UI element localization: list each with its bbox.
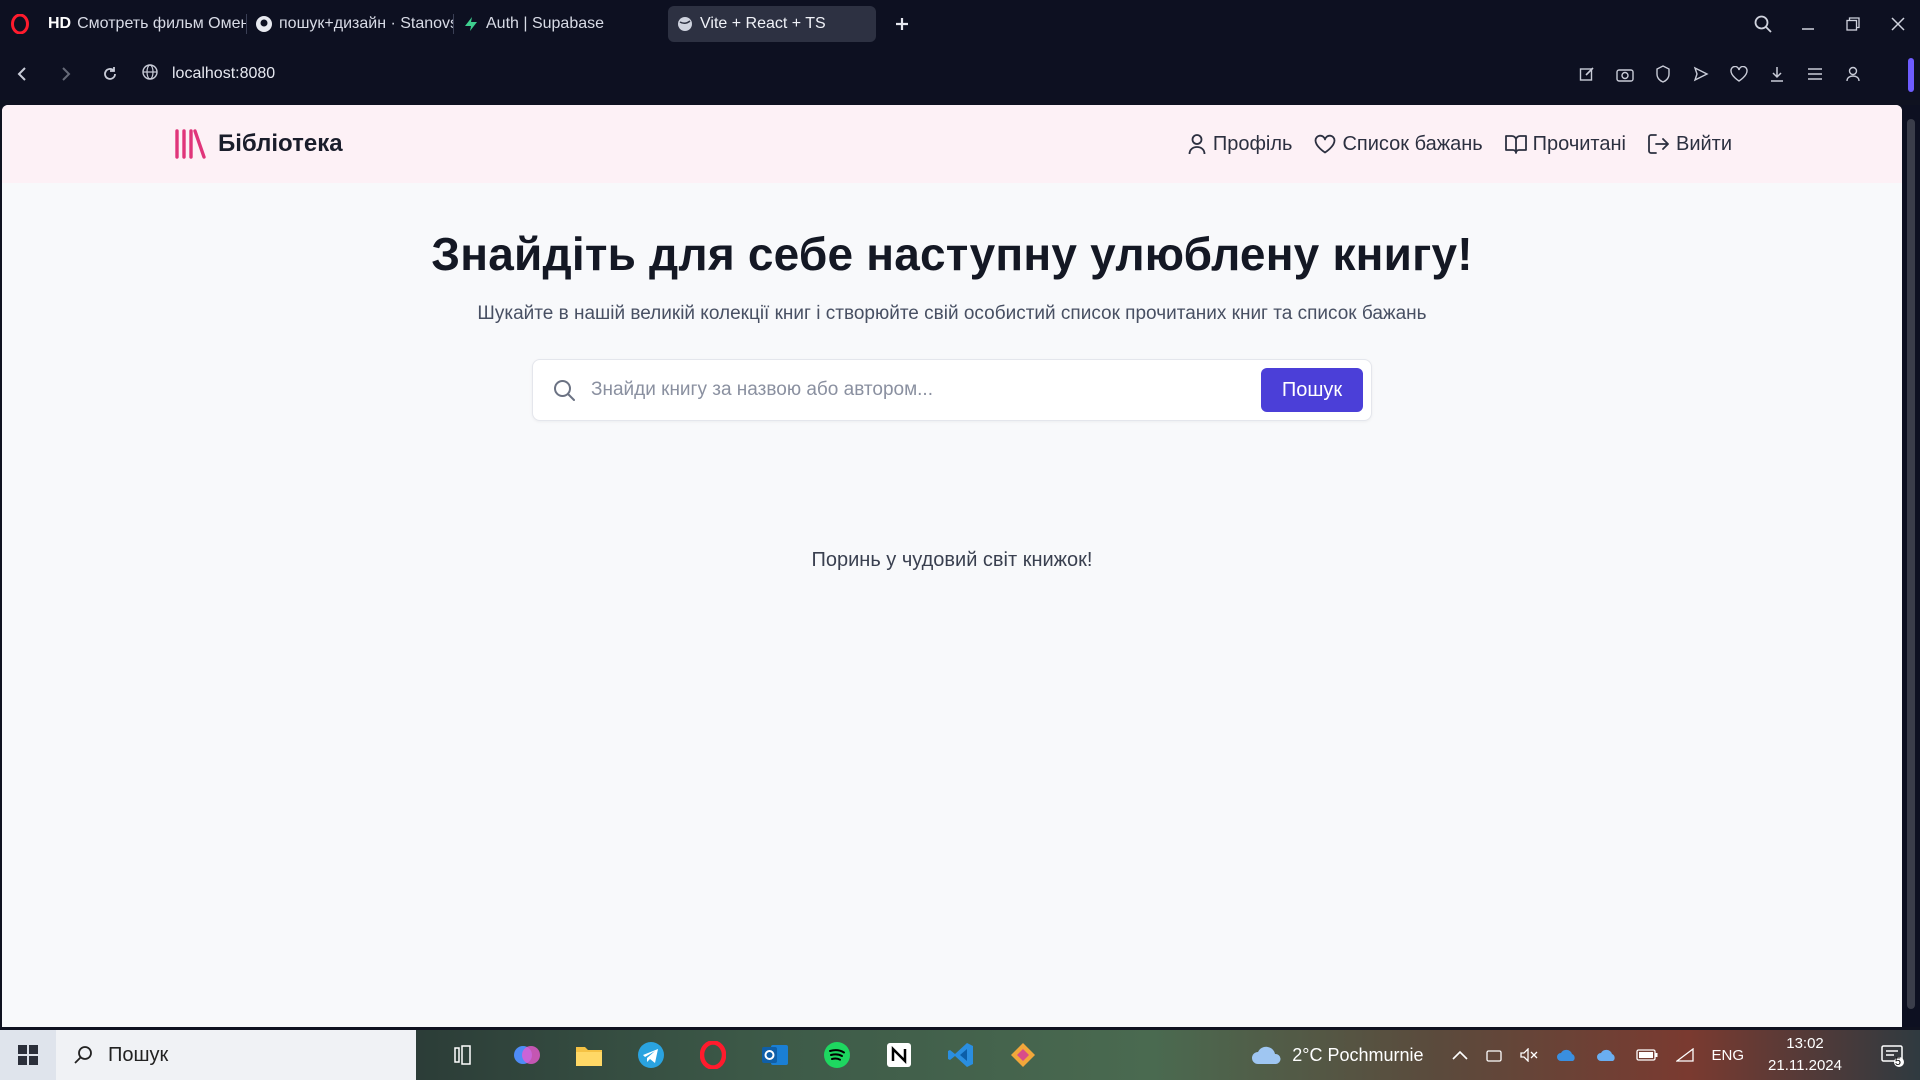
app-icon[interactable] (992, 1030, 1054, 1080)
main-nav: Профіль Список бажань Прочитані Вийти (1165, 133, 1732, 156)
book-open-icon (1504, 135, 1527, 154)
window-controls (1740, 0, 1920, 48)
edit-icon[interactable] (1568, 66, 1606, 82)
tagline: Поринь у чудовий світ книжок! (811, 549, 1093, 571)
onedrive-2-icon[interactable] (1596, 1048, 1618, 1062)
chevron-up-icon[interactable] (1451, 1050, 1468, 1060)
sidebar-indicator[interactable] (1908, 58, 1914, 92)
forward-icon[interactable] (44, 52, 88, 96)
nav-logout[interactable]: Вийти (1648, 133, 1732, 156)
nav-wishlist-label: Список бажань (1342, 132, 1483, 155)
wifi-icon[interactable] (1675, 1048, 1694, 1062)
vscode-icon[interactable] (930, 1030, 992, 1080)
outlook-icon[interactable] (744, 1030, 806, 1080)
search-icon (553, 379, 575, 401)
tab-film[interactable]: HD Смотреть фильм Омен о (40, 6, 246, 42)
language-indicator[interactable]: ENG (1712, 1047, 1745, 1064)
task-view-icon[interactable] (434, 1030, 496, 1080)
copilot-icon[interactable] (496, 1030, 558, 1080)
page-subtitle: Шукайте в нашій великій колекції книг і … (477, 303, 1427, 324)
hero-section: Знайдіть для себе наступну улюблену книг… (2, 227, 1902, 325)
site-info-icon[interactable] (142, 63, 158, 85)
back-icon[interactable] (0, 52, 44, 96)
library-logo-icon (174, 129, 206, 159)
tab-label: Смотреть фильм Омен о (77, 15, 246, 32)
clock[interactable]: 13:02 21.11.2024 (1768, 1033, 1842, 1077)
brand-name: Бібліотека (218, 130, 343, 157)
page-scrollbar[interactable] (1902, 105, 1920, 1027)
new-tab-button[interactable] (888, 10, 916, 38)
search-icon (74, 1046, 92, 1064)
nav-profile[interactable]: Профіль (1187, 132, 1293, 156)
search-tabs-icon[interactable] (1740, 15, 1785, 33)
globe-icon (676, 15, 694, 33)
battery-icon[interactable] (1635, 1049, 1658, 1061)
clock-date: 21.11.2024 (1768, 1057, 1842, 1074)
web-page: Бібліотека Профіль Список бажань Прочита… (2, 105, 1902, 1027)
windows-start-button[interactable] (0, 1030, 56, 1080)
opera-icon[interactable] (682, 1030, 744, 1080)
search-input[interactable] (591, 379, 1261, 401)
menu-settings-icon[interactable] (1796, 67, 1834, 81)
weather-widget[interactable]: 2°C Pochmurnie (1250, 1044, 1424, 1066)
tab-supabase[interactable]: Auth | Supabase (454, 6, 660, 42)
weather-text: 2°C Pochmurnie (1292, 1044, 1424, 1065)
windows-taskbar: Пошук 2°C Pochmurnie ENG 13:02 21.11.202… (0, 1030, 1920, 1080)
nav-read-label: Прочитані (1532, 132, 1626, 155)
address-bar-tools (1568, 48, 1872, 100)
logout-icon (1648, 134, 1669, 154)
onedrive-icon[interactable] (1556, 1048, 1578, 1062)
clock-time: 13:02 (1786, 1035, 1824, 1052)
brand[interactable]: Бібліотека (174, 129, 343, 159)
nav-read[interactable]: Прочитані (1504, 132, 1626, 156)
notifications-button[interactable]: 5 (1872, 1043, 1912, 1068)
github-icon (255, 15, 273, 33)
heart-icon (1315, 134, 1336, 154)
taskbar-apps (434, 1030, 1054, 1080)
spotify-icon[interactable] (806, 1030, 868, 1080)
scrollbar-thumb[interactable] (1907, 119, 1915, 1009)
tab-hd-prefix: HD (48, 15, 72, 32)
telegram-icon[interactable] (620, 1030, 682, 1080)
taskbar-search-label: Пошук (108, 1043, 169, 1066)
nav-profile-label: Профіль (1212, 132, 1293, 155)
camera-icon[interactable] (1606, 66, 1644, 82)
tab-label: Vite + React + TS (700, 15, 826, 32)
address-bar: localhost:8080 (0, 48, 1920, 100)
notification-count: 5 (1894, 1056, 1901, 1068)
restore-icon[interactable] (1830, 17, 1875, 31)
volume-muted-icon[interactable] (1519, 1048, 1538, 1062)
nav-wishlist[interactable]: Список бажань (1314, 132, 1483, 156)
tab-label: пошук+дизайн · Stanovsk (279, 15, 453, 32)
close-icon[interactable] (1875, 17, 1920, 31)
taskbar-search[interactable]: Пошук (56, 1030, 416, 1080)
heart-icon[interactable] (1720, 66, 1758, 82)
system-tray: 2°C Pochmurnie ENG 13:02 21.11.2024 5 (1250, 1030, 1920, 1080)
user-icon (1188, 134, 1206, 155)
tab-vite-active[interactable]: Vite + React + TS (668, 6, 876, 42)
reload-icon[interactable] (88, 52, 132, 96)
nav-logout-label: Вийти (1675, 132, 1732, 155)
site-header: Бібліотека Профіль Список бажань Прочита… (2, 105, 1902, 183)
notion-icon[interactable] (868, 1030, 930, 1080)
camera-tray-icon[interactable] (1485, 1048, 1502, 1062)
cloud-icon (1252, 1046, 1281, 1064)
supabase-icon (462, 15, 480, 33)
url-text: localhost:8080 (172, 65, 276, 82)
minimize-icon[interactable] (1785, 17, 1830, 31)
download-icon[interactable] (1758, 66, 1796, 82)
page-title: Знайдіть для себе наступну улюблену книг… (431, 228, 1473, 280)
profile-icon[interactable] (1834, 66, 1872, 82)
browser-tab-bar: HD Смотреть фильм Омен о пошук+дизайн · … (0, 0, 1920, 48)
tab-label: Auth | Supabase (486, 15, 605, 32)
url-field[interactable]: localhost:8080 (142, 63, 276, 85)
shield-icon[interactable] (1644, 65, 1682, 83)
search-button[interactable]: Пошук (1261, 368, 1363, 412)
send-icon[interactable] (1682, 66, 1720, 82)
search-bar: Пошук (532, 359, 1372, 421)
tab-github[interactable]: пошук+дизайн · Stanovsk (247, 6, 453, 42)
file-explorer-icon[interactable] (558, 1030, 620, 1080)
opera-logo-icon[interactable] (0, 0, 40, 48)
